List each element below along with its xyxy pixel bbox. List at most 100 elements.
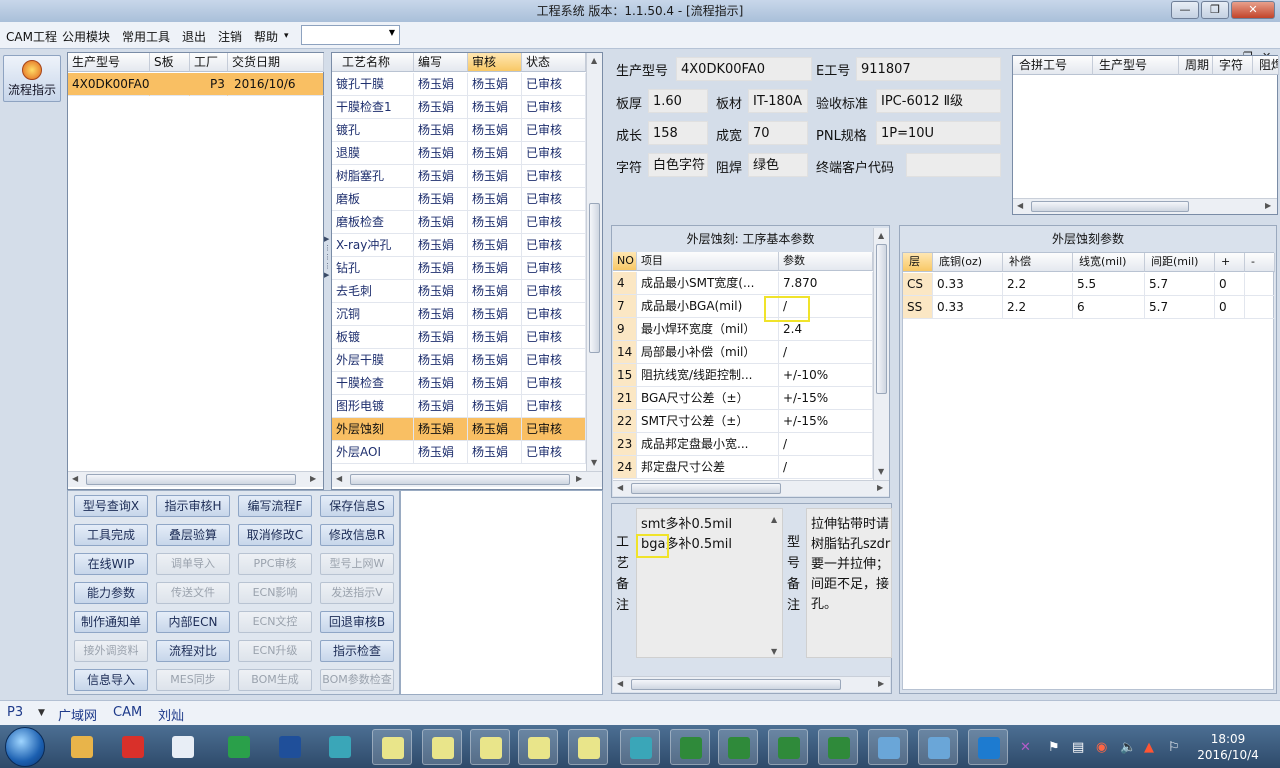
scroll-down-icon[interactable]: ▼ — [771, 647, 777, 656]
action-button[interactable]: 制作通知单 — [74, 611, 148, 633]
action-button[interactable]: 回退审核B — [320, 611, 394, 633]
process-cell[interactable]: 外层AOI — [332, 441, 414, 464]
etch-params-cell[interactable]: 2.2 — [1003, 273, 1073, 296]
basic-params-cell[interactable]: 阻抗线宽/线距控制... — [637, 364, 779, 387]
action-button[interactable]: ECN文控 — [238, 611, 312, 633]
menu-common-module[interactable]: 公用模块 — [62, 28, 110, 45]
basic-params-cell[interactable]: / — [779, 341, 873, 364]
process-cell[interactable]: 已审核 — [522, 234, 586, 257]
process-cell[interactable]: 杨玉娟 — [414, 188, 468, 211]
basic-params-cell[interactable]: 最小焊环宽度（mil） — [637, 318, 779, 341]
process-cell[interactable]: 已审核 — [522, 326, 586, 349]
process-cell[interactable]: 干膜检查 — [332, 372, 414, 395]
basic-params-cell[interactable]: / — [779, 456, 873, 479]
action-button[interactable]: 内部ECN — [156, 611, 230, 633]
etch-params-cell[interactable]: 2.2 — [1003, 296, 1073, 319]
tray-alert-icon[interactable]: ▲ — [1144, 740, 1154, 755]
process-cell[interactable]: 干膜检查1 — [332, 96, 414, 119]
field-character[interactable]: 白色字符 — [648, 153, 708, 177]
process-cell[interactable]: 杨玉娟 — [414, 326, 468, 349]
process-cell[interactable]: 已审核 — [522, 257, 586, 280]
process-cell[interactable]: 杨玉娟 — [414, 234, 468, 257]
process-cell[interactable]: 树脂塞孔 — [332, 165, 414, 188]
action-button[interactable]: 调单导入 — [156, 553, 230, 575]
process-cell[interactable]: 外层干膜 — [332, 349, 414, 372]
taskbar-item[interactable] — [320, 729, 360, 765]
action-button[interactable]: 发送指示V — [320, 582, 394, 604]
process-cell[interactable]: 已审核 — [522, 441, 586, 464]
etch-params-col-header[interactable]: 补偿 — [1003, 253, 1073, 272]
process-cell[interactable]: 杨玉娟 — [468, 418, 522, 441]
process-cell[interactable]: 图形电镀 — [332, 395, 414, 418]
process-cell[interactable]: 杨玉娟 — [414, 303, 468, 326]
scroll-right-icon[interactable]: ▶ — [878, 679, 884, 688]
process-cell[interactable]: 杨玉娟 — [468, 395, 522, 418]
basic-params-cell[interactable]: 24 — [613, 456, 637, 479]
process-cell[interactable]: 杨玉娟 — [468, 165, 522, 188]
process-cell[interactable]: 已审核 — [522, 418, 586, 441]
etch-params-cell[interactable]: SS — [903, 296, 933, 319]
process-col-header[interactable]: 编写 — [414, 53, 468, 72]
taskbar-item[interactable] — [518, 729, 558, 765]
process-cell[interactable]: 杨玉娟 — [414, 142, 468, 165]
scroll-right-icon[interactable]: ▶ — [310, 474, 316, 483]
field-width[interactable]: 70 — [748, 121, 808, 145]
process-cell[interactable]: 杨玉娟 — [414, 349, 468, 372]
process-cell[interactable]: 杨玉娟 — [414, 372, 468, 395]
merge-col-header[interactable]: 生产型号 — [1093, 56, 1179, 75]
taskbar-item[interactable] — [568, 729, 608, 765]
action-button[interactable]: 叠层验算 — [156, 524, 230, 546]
basic-params-hscroll-thumb[interactable] — [631, 483, 781, 494]
taskbar-item[interactable] — [620, 729, 660, 765]
action-button[interactable]: 传送文件 — [156, 582, 230, 604]
product-col-header[interactable]: 生产型号 — [68, 53, 150, 72]
menu-exit[interactable]: 退出 — [182, 28, 206, 45]
etch-params-col-header[interactable]: 间距(mil) — [1145, 253, 1215, 272]
etch-params-cell[interactable]: 5.5 — [1073, 273, 1145, 296]
process-cell[interactable]: 已审核 — [522, 119, 586, 142]
scroll-right-icon[interactable]: ▶ — [576, 474, 582, 483]
process-hscroll-thumb[interactable] — [350, 474, 570, 485]
process-cell[interactable]: 去毛刺 — [332, 280, 414, 303]
scroll-right-icon[interactable]: ▶ — [877, 483, 883, 492]
action-button[interactable]: MES同步 — [156, 669, 230, 691]
scroll-left-icon[interactable]: ◀ — [617, 483, 623, 492]
etch-params-cell[interactable]: 5.7 — [1145, 296, 1215, 319]
scroll-up-icon[interactable]: ▲ — [878, 231, 884, 240]
scroll-left-icon[interactable]: ◀ — [72, 474, 78, 483]
field-thickness[interactable]: 1.60 — [648, 89, 708, 113]
action-button[interactable]: 流程对比 — [156, 640, 230, 662]
merge-col-header[interactable]: 阻焊 — [1253, 56, 1279, 75]
basic-params-cell[interactable]: BGA尺寸公差（±） — [637, 387, 779, 410]
basic-params-cell[interactable]: 局部最小补偿（mil） — [637, 341, 779, 364]
action-button[interactable]: 型号上网W — [320, 553, 394, 575]
product-col-header[interactable]: 工厂 — [190, 53, 228, 72]
field-length[interactable]: 158 — [648, 121, 708, 145]
process-cell[interactable]: 杨玉娟 — [414, 119, 468, 142]
etch-params-col-header[interactable]: - — [1245, 253, 1275, 272]
taskbar-item[interactable] — [372, 729, 412, 765]
basic-params-cell[interactable]: / — [779, 433, 873, 456]
process-cell[interactable]: 杨玉娟 — [468, 96, 522, 119]
basic-params-cell[interactable]: 7 — [613, 295, 637, 318]
factory-dropdown-icon[interactable]: ▼ — [38, 708, 45, 718]
process-cell[interactable]: 已审核 — [522, 372, 586, 395]
merge-hscroll-thumb[interactable] — [1031, 201, 1189, 212]
action-button[interactable]: 指示检查 — [320, 640, 394, 662]
menu-combo[interactable]: ▼ — [301, 25, 400, 45]
merge-col-header[interactable]: 字符 — [1213, 56, 1253, 75]
start-button[interactable] — [5, 727, 45, 767]
process-cell[interactable]: 钻孔 — [332, 257, 414, 280]
action-button[interactable]: ECN升级 — [238, 640, 312, 662]
scroll-right-icon[interactable]: ▶ — [1265, 201, 1271, 210]
menu-cam[interactable]: CAM工程 — [6, 28, 57, 45]
process-cell[interactable]: 镀孔 — [332, 119, 414, 142]
basic-params-cell[interactable]: 9 — [613, 318, 637, 341]
scroll-left-icon[interactable]: ◀ — [336, 474, 342, 483]
action-button[interactable]: 保存信息S — [320, 495, 394, 517]
process-cell[interactable]: 镀孔干膜 — [332, 73, 414, 96]
process-cell[interactable]: 杨玉娟 — [414, 441, 468, 464]
scroll-down-icon[interactable]: ▼ — [878, 467, 884, 476]
remarks-hscroll[interactable]: ◀ ▶ — [613, 676, 890, 692]
process-remark-memo[interactable]: smt多补0.5mil bga多补0.5mil ▲ ▼ — [636, 508, 783, 658]
